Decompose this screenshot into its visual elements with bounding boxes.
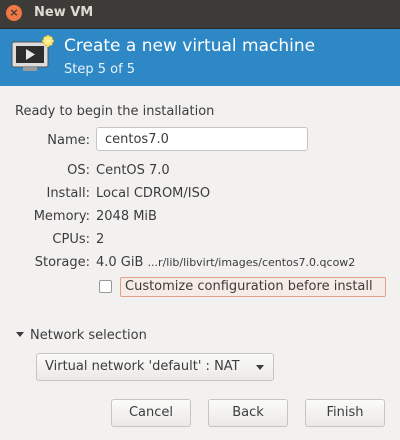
vm-name-input[interactable] <box>96 127 308 151</box>
back-button[interactable]: Back <box>208 399 288 427</box>
finish-button[interactable]: Finish <box>305 399 385 427</box>
storage-path: ...r/lib/libvirt/images/centos7.0.qcow2 <box>147 256 356 269</box>
install-label: Install: <box>46 186 90 201</box>
storage-label: Storage: <box>34 255 90 270</box>
close-window-button[interactable]: × <box>6 5 22 21</box>
network-source-select[interactable]: Virtual network 'default' : NAT <box>36 353 274 381</box>
wizard-title: Create a new virtual machine <box>64 36 316 56</box>
memory-value: 2048 MiB <box>96 209 157 224</box>
name-label: Name: <box>47 133 90 148</box>
cpus-label: CPUs: <box>52 232 90 247</box>
customize-checkbox[interactable] <box>99 280 112 293</box>
storage-value: 4.0 GiB ...r/lib/libvirt/images/centos7.… <box>96 255 355 270</box>
storage-size: 4.0 GiB <box>96 255 144 270</box>
dropdown-arrow-icon <box>256 365 264 370</box>
network-selection-expander[interactable]: Network selection <box>16 328 147 343</box>
os-value: CentOS 7.0 <box>96 163 170 178</box>
monitor-play-icon <box>11 35 54 71</box>
network-selection-label: Network selection <box>30 328 147 343</box>
expander-arrow-icon <box>16 332 24 337</box>
cpus-value: 2 <box>96 232 105 247</box>
wizard-step: Step 5 of 5 <box>64 62 136 77</box>
os-label: OS: <box>67 163 90 178</box>
window-titlebar: × New VM <box>0 0 400 29</box>
wizard-header: Create a new virtual machine Step 5 of 5 <box>0 29 400 86</box>
network-source-value: Virtual network 'default' : NAT <box>45 359 240 374</box>
install-value: Local CDROM/ISO <box>96 186 211 201</box>
cancel-button[interactable]: Cancel <box>111 399 191 427</box>
memory-label: Memory: <box>33 209 90 224</box>
customize-label[interactable]: Customize configuration before install <box>120 277 386 297</box>
window-title: New VM <box>34 5 94 20</box>
close-icon: × <box>9 6 19 19</box>
summary-heading: Ready to begin the installation <box>15 104 215 119</box>
